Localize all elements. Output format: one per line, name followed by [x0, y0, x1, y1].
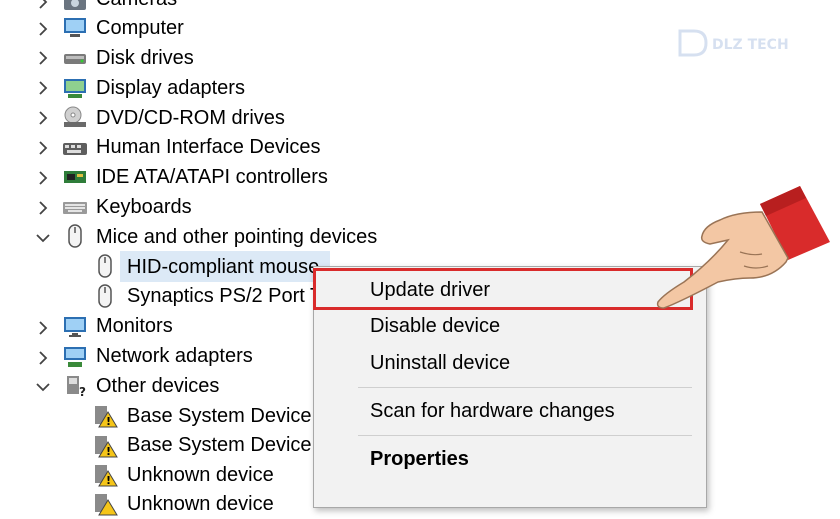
tree-item-label: Cameras [96, 0, 177, 14]
camera-icon [62, 0, 88, 14]
tree-item-label: IDE ATA/ATAPI controllers [96, 166, 328, 188]
hid-icon [62, 135, 88, 159]
chevron-right-icon[interactable] [33, 108, 53, 128]
keyboard-icon [62, 195, 88, 219]
menu-separator [358, 435, 692, 436]
svg-text:!: ! [106, 474, 111, 487]
disk-drive-icon [62, 46, 88, 70]
watermark-logo: DLZ TECH [676, 25, 798, 61]
dvd-drive-icon [62, 105, 88, 129]
tree-item-label: DVD/CD-ROM drives [96, 107, 285, 129]
warning-device-icon: ! [92, 434, 118, 458]
tree-item-label: Base System Device [127, 405, 312, 427]
tree-item-label: Other devices [96, 375, 220, 397]
chevron-right-icon[interactable] [33, 138, 53, 158]
ide-controller-icon [62, 165, 88, 189]
chevron-down-icon[interactable] [33, 377, 53, 397]
svg-text:!: ! [106, 445, 111, 458]
chevron-right-icon[interactable] [33, 318, 53, 338]
disable-device-menu-item[interactable]: Disable device [370, 311, 500, 341]
svg-text:!: ! [106, 415, 111, 428]
pointing-hand-icon [640, 182, 840, 322]
tree-item-label: Unknown device [127, 493, 274, 515]
mouse-icon [92, 284, 118, 308]
menu-separator [358, 387, 692, 388]
tree-item-label: Computer [96, 17, 184, 39]
chevron-right-icon[interactable] [33, 0, 53, 12]
tree-item-label: Synaptics PS/2 Port T [127, 285, 323, 307]
update-driver-highlight [313, 268, 693, 310]
svg-text:DLZ TECH: DLZ TECH [712, 37, 789, 53]
tree-item-label: Unknown device [127, 464, 274, 486]
mouse-icon [62, 224, 88, 248]
tree-item-label: Monitors [96, 315, 173, 337]
tree-item-label: Keyboards [96, 196, 192, 218]
computer-icon [62, 16, 88, 40]
tree-item-label: Disk drives [96, 47, 194, 69]
chevron-right-icon[interactable] [33, 19, 53, 39]
mouse-icon [92, 254, 118, 278]
chevron-right-icon[interactable] [33, 348, 53, 368]
warning-device-icon: ! [92, 463, 118, 487]
chevron-down-icon[interactable] [33, 228, 53, 248]
uninstall-device-menu-item[interactable]: Uninstall device [370, 348, 510, 378]
properties-menu-item[interactable]: Properties [370, 444, 469, 474]
chevron-right-icon[interactable] [33, 48, 53, 68]
other-devices-icon: ? [62, 374, 88, 398]
tree-item-label: Network adapters [96, 345, 253, 367]
network-adapter-icon [62, 345, 88, 369]
tree-item-label: Human Interface Devices [96, 136, 321, 158]
display-adapter-icon [62, 76, 88, 100]
warning-device-icon: ! [92, 404, 118, 428]
svg-text:?: ? [79, 385, 86, 398]
monitor-icon [62, 315, 88, 339]
chevron-right-icon[interactable] [33, 78, 53, 98]
scan-hardware-menu-item[interactable]: Scan for hardware changes [370, 396, 615, 426]
chevron-right-icon[interactable] [33, 168, 53, 188]
tree-item-label: Display adapters [96, 77, 245, 99]
chevron-right-icon[interactable] [33, 198, 53, 218]
tree-item-label: HID-compliant mouse [127, 256, 320, 278]
tree-item-label: Base System Device [127, 434, 312, 456]
warning-device-icon [92, 492, 118, 516]
tree-item-label: Mice and other pointing devices [96, 226, 378, 248]
